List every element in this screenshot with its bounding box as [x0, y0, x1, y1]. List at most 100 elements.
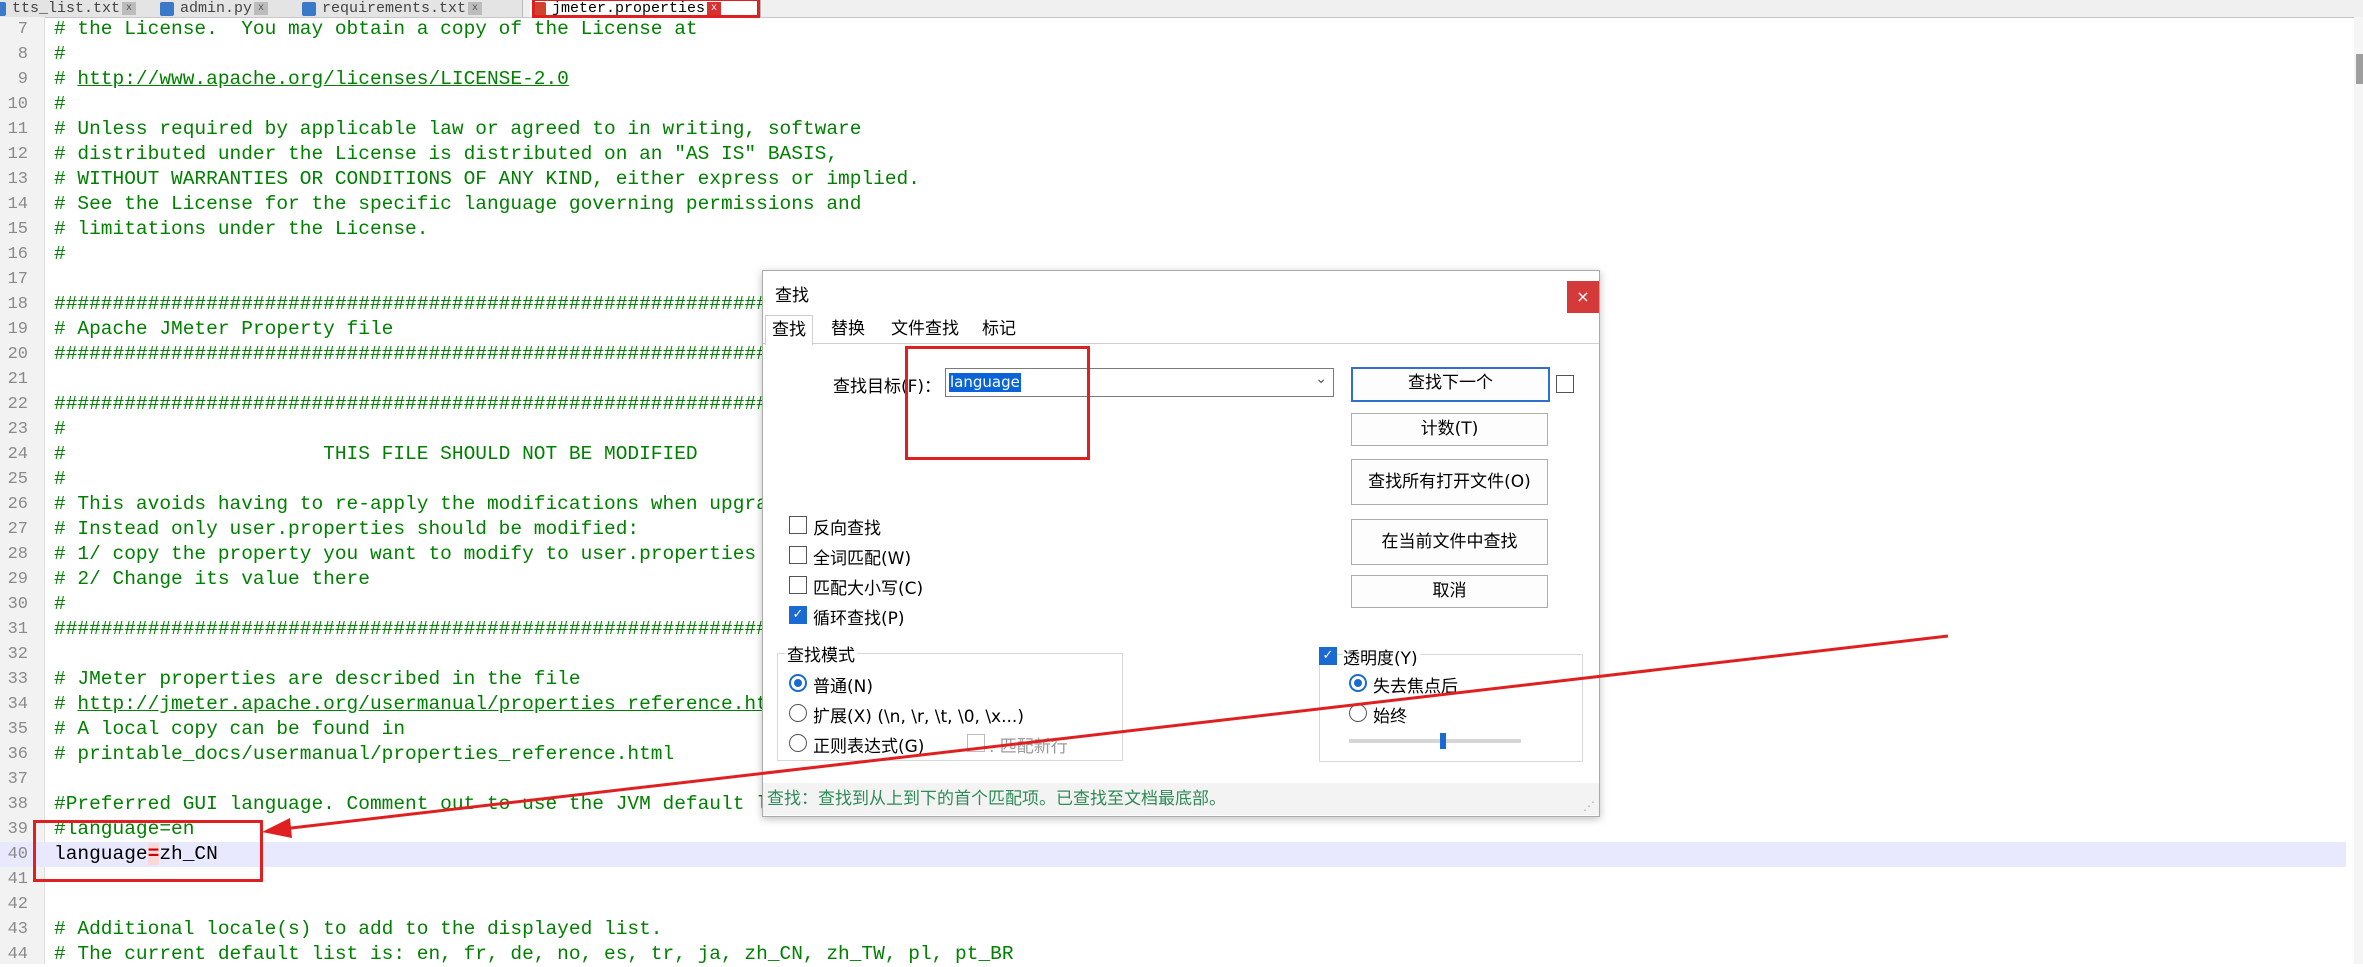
editor-line[interactable]: 16 #: [0, 242, 2346, 267]
line-text: # Apache JMeter Property file: [54, 317, 393, 342]
tab-mark[interactable]: 标记: [976, 315, 1022, 343]
editor-line[interactable]: 9 # http://www.apache.org/licenses/LICENS…: [0, 67, 2346, 92]
scrollbar-thumb[interactable]: [2356, 54, 2363, 84]
line-number: 21: [7, 370, 28, 389]
line-number: 26: [7, 495, 28, 514]
editor-line[interactable]: 39 #language=en: [0, 817, 2346, 842]
mode-extended-label: 扩展(X) (\n, \r, \t, \0, \x...): [813, 707, 1024, 727]
status-message: 查找：查找到从上到下的首个匹配项。已查找至文档最底部。: [763, 783, 1599, 815]
annotation-box-active-tab: [532, 0, 760, 18]
mode-normal-label: 普通(N): [813, 677, 873, 697]
editor-line[interactable]: 13 # WITHOUT WARRANTIES OR CONDITIONS OF …: [0, 167, 2346, 192]
line-number: 36: [7, 745, 28, 764]
comment-text: # 2/ Change its value there: [54, 568, 370, 590]
comment-text: #: [54, 693, 78, 715]
chevron-down-icon[interactable]: ⌄: [1315, 371, 1327, 387]
find-dialog: 查找 × 查找 替换 文件查找 标记 查找目标(F)： language ⌄ 查…: [762, 270, 1600, 817]
line-number: 13: [7, 170, 28, 189]
transparency-checkbox[interactable]: ✓: [1319, 647, 1337, 665]
wrap-around-checkbox[interactable]: ✓: [789, 606, 807, 624]
line-text: # See the License for the specific langu…: [54, 192, 861, 217]
comment-text: #: [54, 43, 66, 65]
transparency-always-label: 始终: [1373, 707, 1407, 727]
editor-line[interactable]: 11 # Unless required by applicable law or…: [0, 117, 2346, 142]
hyperlink[interactable]: http://jmeter.apache.org/usermanual/prop…: [77, 693, 791, 715]
editor-line[interactable]: 10 #: [0, 92, 2346, 117]
editor-line[interactable]: 41: [0, 867, 2346, 892]
line-text: #: [54, 42, 66, 67]
mode-normal-radio[interactable]: [789, 674, 807, 692]
line-number: 14: [7, 195, 28, 214]
line-number: 12: [7, 145, 28, 164]
comment-text: # Instead only user.properties should be…: [54, 518, 640, 540]
line-number: 35: [7, 720, 28, 739]
editor-line[interactable]: 40 language=zh_CN: [0, 842, 2346, 867]
line-text: # Additional locale(s) to add to the dis…: [54, 917, 663, 942]
close-dialog-button[interactable]: ×: [1567, 281, 1599, 313]
line-number: 19: [7, 320, 28, 339]
mode-regex-radio[interactable]: [789, 734, 807, 752]
cancel-button[interactable]: 取消: [1351, 575, 1548, 608]
line-text: #: [54, 467, 66, 492]
editor-line[interactable]: 14 # See the License for the specific lan…: [0, 192, 2346, 217]
mode-regex-label: 正则表达式(G): [813, 737, 925, 757]
transparency-always-radio[interactable]: [1349, 704, 1367, 722]
dot-newline-checkbox[interactable]: [967, 734, 985, 752]
line-number: 8: [17, 45, 28, 64]
transparency-on-lose-focus-radio[interactable]: [1349, 674, 1367, 692]
editor-line[interactable]: 15 # limitations under the License.: [0, 217, 2346, 242]
editor-line[interactable]: 43 # Additional locale(s) to add to the d…: [0, 917, 2346, 942]
line-number: 30: [7, 595, 28, 614]
find-next-option-checkbox[interactable]: [1556, 375, 1574, 393]
transparency-label: 透明度(Y): [1343, 644, 1420, 669]
comment-text: # the License. You may obtain a copy of …: [54, 18, 698, 40]
whole-word-checkbox[interactable]: [789, 546, 807, 564]
count-button[interactable]: 计数(T): [1351, 413, 1548, 446]
comment-text: #: [54, 68, 78, 90]
line-text: #: [54, 592, 66, 617]
find-next-button[interactable]: 查找下一个: [1351, 367, 1550, 402]
line-number: 41: [7, 870, 28, 889]
match-case-label: 匹配大小写(C): [813, 579, 924, 599]
wrap-around-label: 循环查找(P): [813, 609, 905, 629]
transparency-slider-thumb[interactable]: [1440, 733, 1447, 749]
comment-text: # WITHOUT WARRANTIES OR CONDITIONS OF AN…: [54, 168, 920, 190]
line-number: 43: [7, 920, 28, 939]
line-number: 23: [7, 420, 28, 439]
find-all-open-files-button[interactable]: 查找所有打开文件(O): [1351, 459, 1548, 505]
comment-text: # See the License for the specific langu…: [54, 193, 862, 215]
tab-find-in-files[interactable]: 文件查找: [885, 315, 965, 343]
editor-line[interactable]: 7 # the License. You may obtain a copy of…: [0, 17, 2346, 42]
line-number: 38: [7, 795, 28, 814]
editor-line[interactable]: 12 # distributed under the License is dis…: [0, 142, 2346, 167]
comment-text: # The current default list is: en, fr, d…: [54, 943, 1014, 965]
line-text: # Unless required by applicable law or a…: [54, 117, 861, 142]
line-number: 27: [7, 520, 28, 539]
reverse-search-checkbox[interactable]: [789, 516, 807, 534]
line-text: # printable_docs/usermanual/properties_r…: [54, 742, 674, 767]
editor-line[interactable]: 42: [0, 892, 2346, 917]
editor-line[interactable]: 44 # The current default list is: en, fr,…: [0, 942, 2346, 967]
line-number: 34: [7, 695, 28, 714]
resize-grip-icon[interactable]: ⋰: [1583, 799, 1595, 813]
line-text: # distributed under the License is distr…: [54, 142, 838, 167]
tab-find[interactable]: 查找: [765, 315, 813, 345]
line-number: 25: [7, 470, 28, 489]
match-case-checkbox[interactable]: [789, 576, 807, 594]
transparency-slider[interactable]: [1349, 739, 1521, 743]
search-mode-title: 查找模式: [785, 641, 857, 666]
line-text: # limitations under the License.: [54, 217, 428, 242]
comment-text: #: [54, 468, 66, 490]
editor-line[interactable]: 8 #: [0, 42, 2346, 67]
line-number: 20: [7, 345, 28, 364]
mode-extended-radio[interactable]: [789, 704, 807, 722]
find-in-current-file-button[interactable]: 在当前文件中查找: [1351, 519, 1548, 565]
line-number: 10: [7, 95, 28, 114]
comment-text: # Additional locale(s) to add to the dis…: [54, 918, 663, 940]
line-text: # Instead only user.properties should be…: [54, 517, 639, 542]
vertical-scrollbar[interactable]: [2354, 17, 2363, 964]
line-number: 24: [7, 445, 28, 464]
tab-replace[interactable]: 替换: [825, 315, 871, 343]
hyperlink[interactable]: http://www.apache.org/licenses/LICENSE-2…: [77, 68, 568, 90]
line-number: 7: [17, 20, 28, 39]
